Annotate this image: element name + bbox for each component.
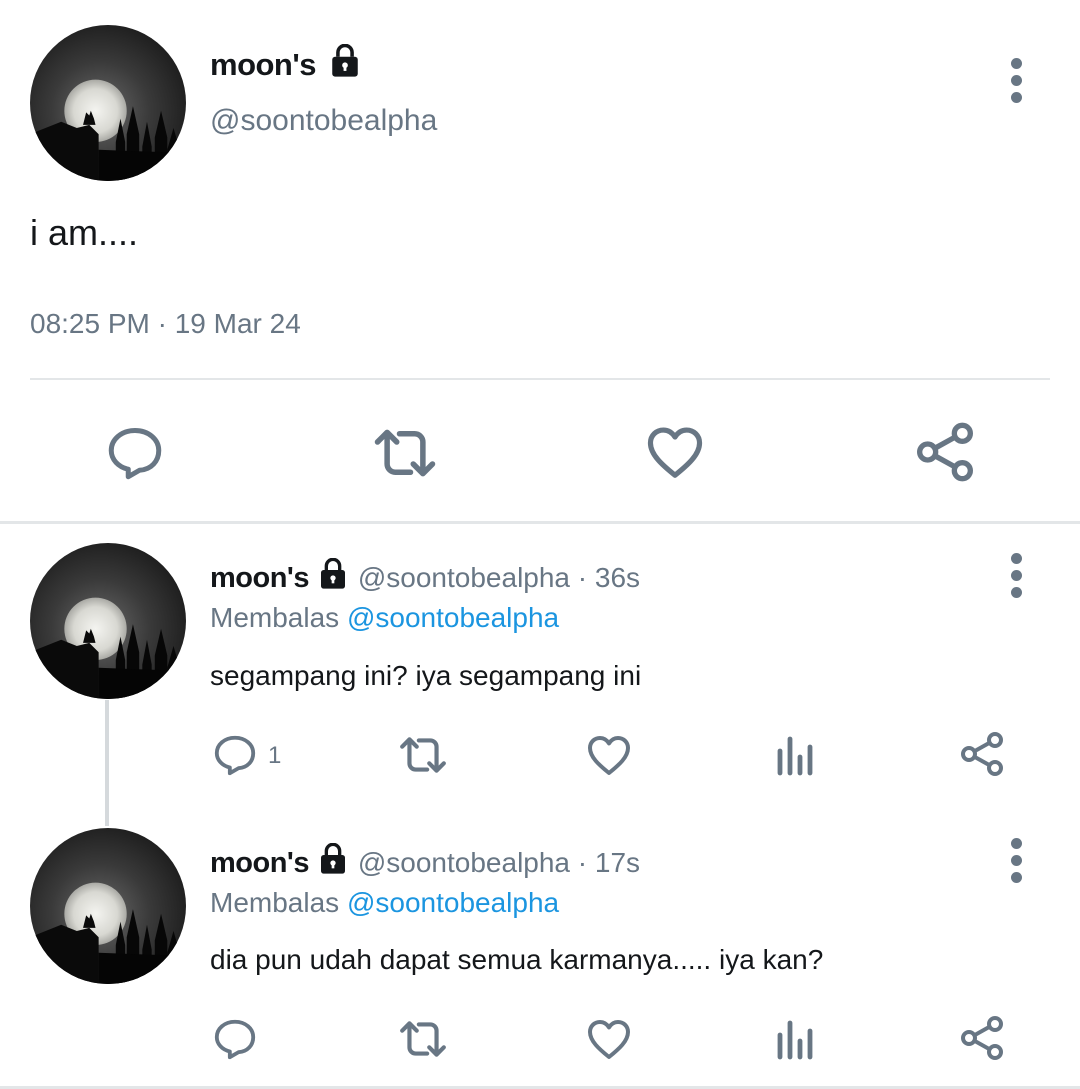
retweet-icon[interactable] bbox=[398, 730, 448, 780]
stats-icon[interactable] bbox=[772, 1015, 820, 1063]
like-icon[interactable] bbox=[644, 421, 706, 483]
like-icon[interactable] bbox=[585, 1015, 633, 1063]
like-icon[interactable] bbox=[585, 731, 633, 779]
tweet-timestamp[interactable]: 08:25 PM · 19 Mar 24 bbox=[30, 308, 301, 340]
replying-to-link[interactable]: @soontobealpha bbox=[347, 602, 559, 633]
replying-label: Membalas bbox=[210, 602, 340, 633]
tweet-text: dia pun udah dapat semua karmanya..... i… bbox=[210, 944, 824, 975]
reply-icon[interactable] bbox=[212, 1016, 258, 1062]
section-divider bbox=[0, 521, 1080, 524]
replying-to-link[interactable]: @soontobealpha bbox=[347, 887, 559, 918]
tweet-text: i am.... bbox=[30, 212, 139, 253]
stats-icon[interactable] bbox=[772, 731, 820, 779]
handle-and-time[interactable]: @soontobealpha · 17s bbox=[358, 847, 640, 878]
reply-icon[interactable] bbox=[105, 423, 165, 483]
lock-icon bbox=[328, 44, 362, 78]
tweet-text: segampang ini? iya segampang ini bbox=[210, 660, 642, 691]
reply-count: 1 bbox=[268, 742, 282, 769]
share-icon[interactable] bbox=[913, 420, 977, 484]
avatar[interactable] bbox=[30, 828, 186, 984]
avatar[interactable] bbox=[30, 543, 186, 699]
handle-and-time[interactable]: @soontobealpha · 36s bbox=[358, 562, 640, 593]
more-options-icon[interactable] bbox=[1011, 58, 1022, 109]
retweet-icon[interactable] bbox=[398, 1014, 448, 1064]
lock-icon bbox=[317, 558, 349, 590]
avatar[interactable] bbox=[30, 25, 186, 181]
lock-icon bbox=[317, 843, 349, 875]
retweet-icon[interactable] bbox=[372, 420, 438, 486]
display-name[interactable]: moon's bbox=[210, 847, 309, 879]
share-icon[interactable] bbox=[958, 1014, 1006, 1062]
display-name[interactable]: moon's bbox=[210, 562, 309, 594]
display-name[interactable]: moon's bbox=[210, 47, 316, 82]
more-options-icon[interactable] bbox=[1011, 553, 1022, 604]
user-handle[interactable]: @soontobealpha bbox=[210, 104, 437, 138]
more-options-icon[interactable] bbox=[1011, 838, 1022, 889]
replying-label: Membalas bbox=[210, 887, 340, 918]
reply-icon[interactable] bbox=[212, 732, 258, 778]
share-icon[interactable] bbox=[958, 730, 1006, 778]
divider bbox=[30, 378, 1050, 380]
thread-line bbox=[105, 700, 109, 826]
